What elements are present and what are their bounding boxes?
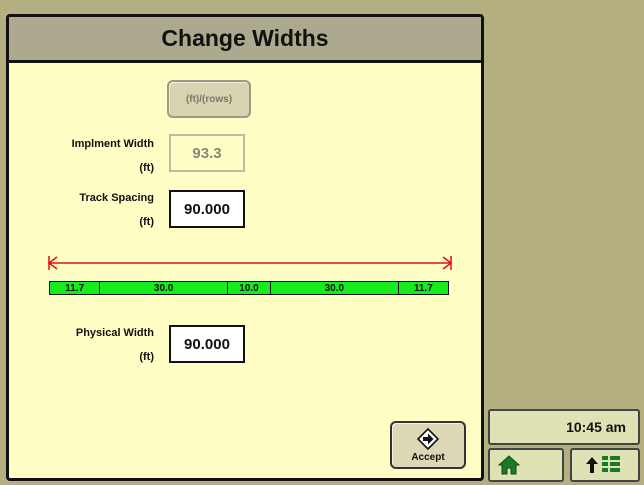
width-segment: 11.7 <box>398 282 448 294</box>
implement-width-label: Implment Width <box>71 138 154 150</box>
implement-width-field: 93.3 <box>169 134 245 172</box>
menu-button[interactable] <box>570 448 640 482</box>
width-dimension-arrow <box>47 256 453 270</box>
track-spacing-field[interactable]: 90.000 <box>169 190 245 228</box>
width-segment: 30.0 <box>100 282 228 294</box>
dialog-title: Change Widths <box>9 17 481 63</box>
track-spacing-label: Track Spacing <box>79 192 154 204</box>
track-spacing-unit: (ft) <box>139 216 154 228</box>
physical-width-field[interactable]: 90.000 <box>169 325 245 363</box>
home-icon <box>498 455 520 475</box>
change-widths-dialog: Change Widths (ft)/(rows) Implment Width… <box>6 14 484 481</box>
physical-width-unit: (ft) <box>139 351 154 363</box>
accept-label: Accept <box>411 451 445 463</box>
physical-width-label: Physical Width <box>75 327 154 339</box>
clock-display[interactable]: 10:45 am <box>488 409 640 445</box>
width-segment-bar: 11.7 30.0 10.0 30.0 11.7 <box>49 281 449 295</box>
width-segment: 30.0 <box>271 282 399 294</box>
arrow-right-diamond-icon <box>417 427 439 450</box>
up-arrow-grid-icon <box>586 456 620 473</box>
implement-width-unit: (ft) <box>139 162 154 174</box>
home-button[interactable] <box>488 448 564 482</box>
width-segment: 10.0 <box>227 282 272 294</box>
units-toggle-button[interactable]: (ft)/(rows) <box>167 80 251 118</box>
width-segment: 11.7 <box>50 282 101 294</box>
accept-button[interactable]: Accept <box>390 421 466 469</box>
